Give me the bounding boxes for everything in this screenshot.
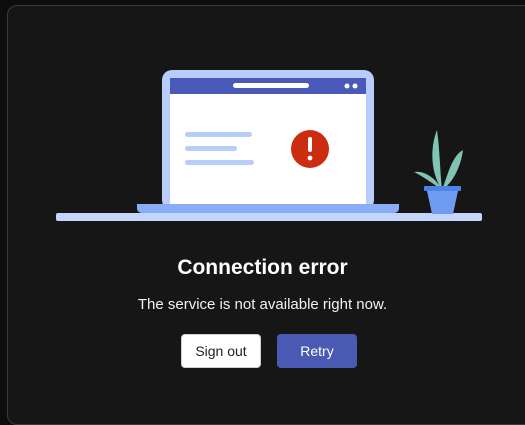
error-message: The service is not available right now. [137,296,388,313]
error-title: Connection error [177,256,348,279]
retry-button[interactable]: Retry [277,334,357,368]
plant-icon [414,130,463,214]
sign-out-button[interactable]: Sign out [181,334,261,368]
error-icon [291,130,329,168]
shelf [56,213,482,221]
connection-error-illustration [56,70,482,221]
laptop-icon [137,70,399,213]
